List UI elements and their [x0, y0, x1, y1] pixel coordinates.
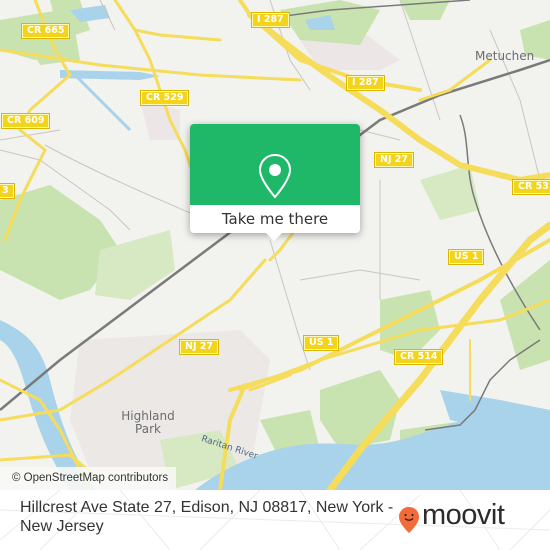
route-shield-nj27: NJ 27 [178, 339, 220, 355]
map-base-layer [0, 0, 550, 490]
park-area [320, 370, 400, 450]
route-shield-us1-east: US 1 [447, 249, 485, 265]
route-shield-cr609: CR 609 [0, 113, 51, 129]
route-shield-cr531: CR 531 [511, 179, 550, 195]
popup-header [190, 124, 360, 205]
route-shield-cr514: CR 514 [393, 349, 444, 365]
route-shield-nj27-north: NJ 27 [373, 152, 415, 168]
moovit-wordmark: moovit [422, 499, 505, 531]
place-label-park: Park [135, 422, 161, 436]
park-area [420, 165, 480, 220]
urban-area-west [140, 100, 180, 140]
take-me-there-button[interactable]: Take me there [190, 205, 360, 233]
route-shield-cr529: CR 529 [139, 90, 190, 106]
route-shield-partial: 3 [0, 183, 15, 199]
map-view[interactable]: CR 665 CR 529 CR 609 3 I 287 I 287 NJ 27… [0, 0, 550, 490]
route-shield-i287-north: I 287 [251, 12, 290, 28]
address-text: Hillcrest Ave State 27, Edison, NJ 08817… [20, 499, 394, 535]
location-popup: Take me there [190, 124, 360, 241]
route-shield-i287: I 287 [346, 75, 385, 91]
route-shield-cr665: CR 665 [20, 23, 71, 39]
map-pin-icon [258, 153, 292, 199]
map-attribution[interactable]: © OpenStreetMap contributors [0, 467, 177, 490]
place-label-highland-park: Highland Park [118, 410, 178, 436]
moovit-pin-icon [399, 507, 419, 533]
popup-pointer [265, 232, 283, 241]
footer: Hillcrest Ave State 27, Edison, NJ 08817… [0, 490, 550, 550]
creek [73, 73, 132, 132]
route-shield-us1: US 1 [302, 335, 340, 351]
place-label-metuchen: Metuchen [475, 49, 535, 63]
